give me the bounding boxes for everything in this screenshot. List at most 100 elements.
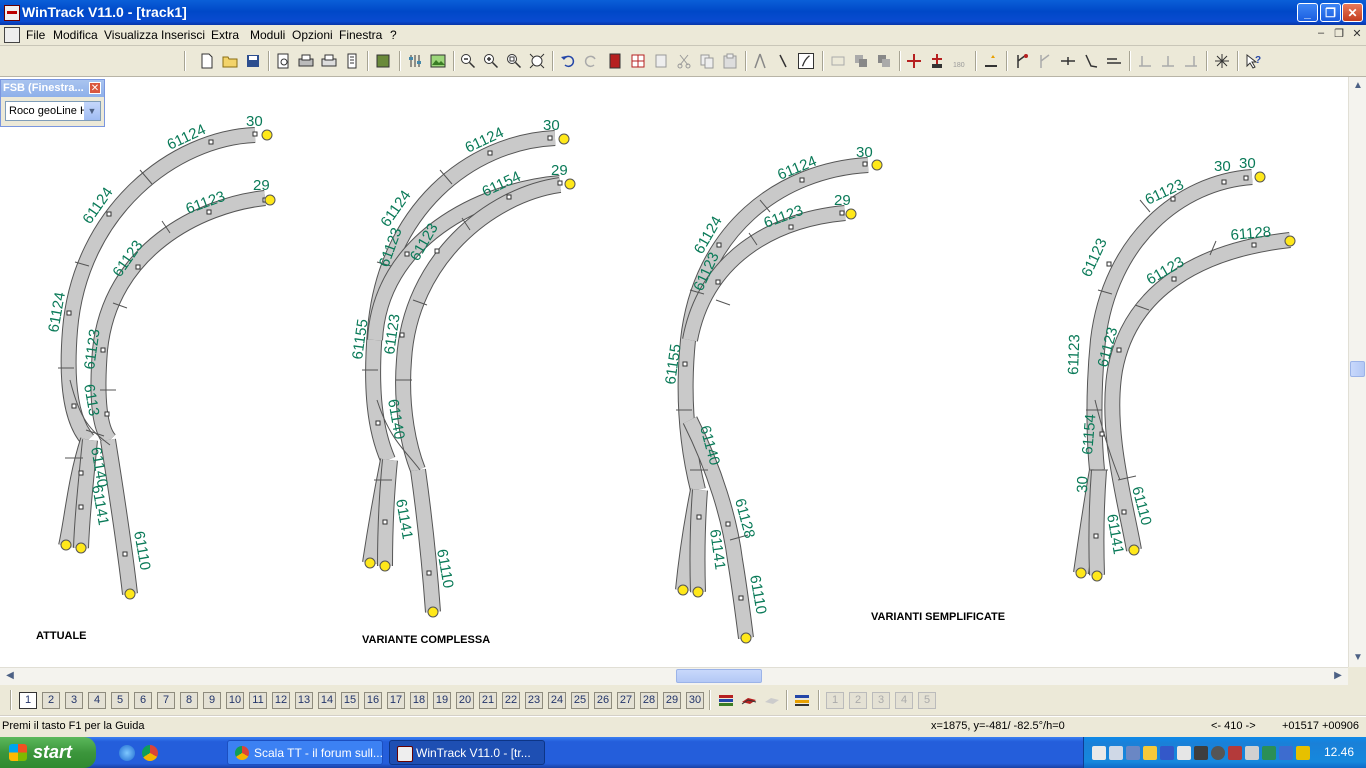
settings-sliders-icon[interactable]	[407, 53, 423, 69]
undo-icon[interactable]	[560, 53, 576, 69]
view-slot-4-icon[interactable]: 4	[895, 692, 913, 709]
connect-line-icon[interactable]	[1060, 53, 1076, 69]
save-icon[interactable]	[245, 53, 261, 69]
height-marker-icon[interactable]	[983, 53, 999, 69]
menu-extra[interactable]: Extra	[211, 28, 239, 42]
vertical-scroll-thumb[interactable]	[1350, 361, 1365, 377]
paste-icon[interactable]	[722, 53, 738, 69]
layer-button[interactable]: 18	[410, 692, 428, 709]
layer-button[interactable]: 6	[134, 692, 152, 709]
menu-help[interactable]: ?	[390, 28, 397, 42]
layer-button[interactable]: 10	[226, 692, 244, 709]
wintrack-app-icon[interactable]	[4, 5, 20, 21]
internet-explorer-icon[interactable]	[119, 745, 135, 761]
layer-button[interactable]: 15	[341, 692, 359, 709]
align3-disabled-icon[interactable]	[1183, 53, 1199, 69]
zoom-out-icon[interactable]	[460, 53, 476, 69]
layer-button[interactable]: 8	[180, 692, 198, 709]
layers-back-icon[interactable]	[853, 53, 869, 69]
maximize-button[interactable]: ❐	[1320, 3, 1341, 22]
menu-inserisci[interactable]: Inserisci	[161, 28, 205, 42]
menu-finestra[interactable]: Finestra	[339, 28, 382, 42]
track-flex-icon[interactable]	[798, 53, 814, 69]
tray-monitor-icon[interactable]	[1177, 746, 1191, 760]
layer-button[interactable]: 19	[433, 692, 451, 709]
scroll-up-icon[interactable]: ▲	[1350, 78, 1366, 94]
menu-opzioni[interactable]: Opzioni	[292, 28, 333, 42]
view-slot-5-icon[interactable]: 5	[918, 692, 936, 709]
zoom-in-icon[interactable]	[483, 53, 499, 69]
track-straight-icon[interactable]	[775, 53, 791, 69]
track-split-icon[interactable]	[752, 53, 768, 69]
tray-bluetooth-icon[interactable]	[1160, 746, 1174, 760]
group-icon[interactable]	[830, 53, 846, 69]
vertical-scrollbar[interactable]: ▲ ▼	[1348, 77, 1366, 667]
zoom-window-icon[interactable]	[506, 53, 522, 69]
layer-button[interactable]: 7	[157, 692, 175, 709]
layer-button[interactable]: 25	[571, 692, 589, 709]
layer-button[interactable]: 30	[686, 692, 704, 709]
print-icon[interactable]	[298, 53, 314, 69]
menu-visualizza[interactable]: Visualizza	[104, 28, 158, 42]
mdi-close-icon[interactable]: ✕	[1350, 27, 1364, 41]
horizontal-scrollbar[interactable]: ◀ ▶	[0, 667, 1348, 685]
turnout-icon[interactable]	[1014, 53, 1030, 69]
layer-button[interactable]: 1	[19, 692, 37, 709]
page-disabled-icon[interactable]	[653, 53, 669, 69]
layer-button[interactable]: 23	[525, 692, 543, 709]
tray-speaker-icon[interactable]	[1211, 746, 1225, 760]
track-library-select[interactable]: Roco geoLine H ▼	[5, 101, 101, 121]
move-copy-icon[interactable]	[929, 53, 945, 69]
layer-button[interactable]: 13	[295, 692, 313, 709]
move-cross-icon[interactable]	[906, 53, 922, 69]
view-slot-1-icon[interactable]: 1	[826, 692, 844, 709]
layer-manager-icon[interactable]	[794, 692, 810, 708]
scroll-down-icon[interactable]: ▼	[1350, 650, 1366, 666]
drawing-canvas[interactable]: 30 61124 61124 61124 29 61123 61123 6112…	[0, 77, 1350, 667]
layer-button[interactable]: 21	[479, 692, 497, 709]
layer-button[interactable]: 16	[364, 692, 382, 709]
layer-stack-icon[interactable]	[718, 692, 734, 708]
mdi-minimize-icon[interactable]: –	[1314, 27, 1328, 41]
track-layout-drawing[interactable]: 30 61124 61124 61124 29 61123 61123 6112…	[0, 77, 1350, 667]
layer-button[interactable]: 12	[272, 692, 290, 709]
align-disabled-icon[interactable]	[1137, 53, 1153, 69]
zoom-all-icon[interactable]	[529, 53, 545, 69]
fsb-panel[interactable]: FSB (Finestra... ✕ Roco geoLine H ▼	[0, 79, 105, 127]
close-button[interactable]: ✕	[1342, 3, 1363, 22]
layer-button[interactable]: 11	[249, 692, 267, 709]
rotate-180-icon[interactable]: 180	[952, 53, 968, 69]
tray-power-icon[interactable]	[1296, 746, 1310, 760]
document-icon[interactable]	[4, 27, 20, 43]
block-grid-icon[interactable]	[630, 53, 646, 69]
layer-button[interactable]: 5	[111, 692, 129, 709]
mdi-restore-icon[interactable]: ❐	[1332, 27, 1346, 41]
turnout-disabled-icon[interactable]	[1037, 53, 1053, 69]
tray-shield-icon[interactable]	[1143, 746, 1157, 760]
horizontal-scroll-thumb[interactable]	[676, 669, 762, 683]
task-wintrack[interactable]: WinTrack V11.0 - [tr...	[389, 740, 545, 765]
new-file-icon[interactable]	[199, 53, 215, 69]
arrow-join-icon[interactable]	[1106, 53, 1122, 69]
block-red-icon[interactable]	[607, 53, 623, 69]
layer-button[interactable]: 17	[387, 692, 405, 709]
layer-disabled-icon[interactable]	[764, 692, 780, 708]
layer-button[interactable]: 20	[456, 692, 474, 709]
chevron-down-icon[interactable]: ▼	[84, 102, 100, 120]
tray-wifi-icon[interactable]	[1279, 746, 1293, 760]
print-setup-icon[interactable]	[321, 53, 337, 69]
tray-display-icon[interactable]	[1126, 746, 1140, 760]
align2-disabled-icon[interactable]	[1160, 53, 1176, 69]
tray-app-icon[interactable]	[1092, 746, 1106, 760]
layer-button[interactable]: 22	[502, 692, 520, 709]
tray-device-icon[interactable]	[1194, 746, 1208, 760]
cut-icon[interactable]	[676, 53, 692, 69]
tray-update-icon[interactable]	[1245, 746, 1259, 760]
tray-ie-icon[interactable]	[1262, 746, 1276, 760]
view-slot-3-icon[interactable]: 3	[872, 692, 890, 709]
redo-icon[interactable]	[583, 53, 599, 69]
layers-front-icon[interactable]	[876, 53, 892, 69]
scroll-right-icon[interactable]: ▶	[1330, 668, 1346, 684]
layer-button[interactable]: 28	[640, 692, 658, 709]
menu-file[interactable]: File	[26, 28, 45, 42]
